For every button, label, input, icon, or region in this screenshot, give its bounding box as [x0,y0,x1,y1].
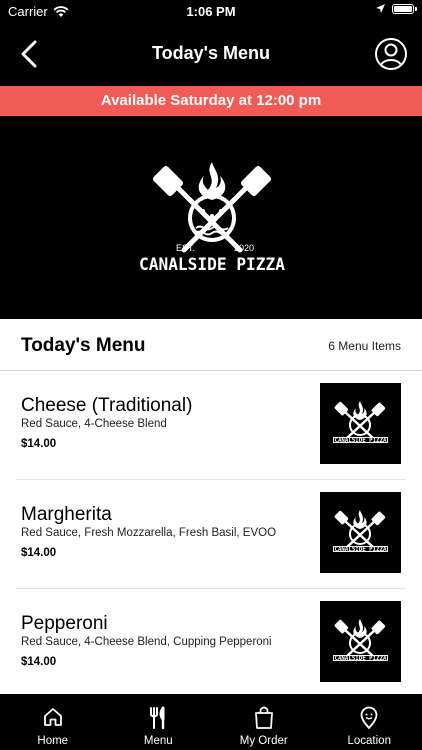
profile-icon[interactable] [374,37,408,71]
menu-item-price: $14.00 [21,547,57,559]
tab-my-order[interactable]: My Order [211,694,317,750]
utensils-icon [150,706,165,730]
top-bar: Carrier 1:06 PM Today's Menu [0,0,422,86]
status-right [375,3,417,14]
menu-item-count: 6 Menu Items [328,339,401,353]
menu-item-thumbnail: CANALSIDE PIZZA [320,492,401,573]
menu-item-thumbnail: CANALSIDE PIZZA [320,601,401,682]
status-time: 1:06 PM [186,4,236,19]
thumb-brand: CANALSIDE PIZZA [335,545,387,553]
status-bar: Carrier 1:06 PM [0,0,422,22]
menu-item[interactable]: Pepperoni Red Sauce, 4-Cheese Blend, Cup… [0,589,422,698]
logo-brand: CANALSIDE PIZZA [139,255,285,275]
canalside-pizza-logo-thumb: CANALSIDE PIZZA [333,510,388,553]
menu-section-header: Today's Menu 6 Menu Items [0,319,422,371]
menu-list: Cheese (Traditional) Red Sauce, 4-Cheese… [0,371,422,698]
thumb-brand: CANALSIDE PIZZA [335,654,387,662]
tab-label: Menu [143,735,173,747]
tab-bar: Home Menu My Order Location [0,694,422,750]
logo-est: EST. [176,243,195,253]
menu-item[interactable]: Cheese (Traditional) Red Sauce, 4-Cheese… [0,371,422,480]
menu-item-thumbnail: CANALSIDE PIZZA [320,383,401,464]
menu-item-name: Cheese (Traditional) [21,395,193,416]
tab-home[interactable]: Home [0,694,106,750]
thumb-brand: CANALSIDE PIZZA [335,436,387,444]
menu-item-description: Red Sauce, 4-Cheese Blend [21,418,167,430]
battery-icon [392,3,417,14]
menu-item-name: Pepperoni [21,613,108,634]
menu-item-price: $14.00 [21,438,57,450]
nav-header: Today's Menu [0,22,422,86]
availability-banner: Available Saturday at 12:00 pm [0,86,422,116]
bag-icon [254,706,273,729]
menu-item-price: $14.00 [21,656,57,668]
tab-label: Location [347,735,391,747]
location-pin-icon [360,706,378,730]
location-arrow-icon [376,4,385,13]
menu-item[interactable]: Margherita Red Sauce, Fresh Mozzarella, … [0,480,422,589]
hero-banner: EST. 2020 CANALSIDE PIZZA [0,116,422,319]
tab-label: My Order [239,735,288,747]
page-title: Today's Menu [152,43,270,63]
canalside-pizza-logo-thumb: CANALSIDE PIZZA [333,619,388,662]
menu-item-name: Margherita [21,504,112,525]
tab-label: Home [37,735,69,747]
menu-item-description: Red Sauce, Fresh Mozzarella, Fresh Basil… [21,527,277,539]
menu-item-description: Red Sauce, 4-Cheese Blend, Cupping Peppe… [21,636,272,648]
section-title: Today's Menu [21,335,146,356]
tab-menu[interactable]: Menu [106,694,212,750]
canalside-pizza-logo-thumb: CANALSIDE PIZZA [333,401,388,444]
home-icon [43,708,62,726]
tab-location[interactable]: Location [317,694,422,750]
canalside-pizza-logo: EST. 2020 CANALSIDE PIZZA [139,162,285,275]
logo-year: 2020 [234,243,254,253]
